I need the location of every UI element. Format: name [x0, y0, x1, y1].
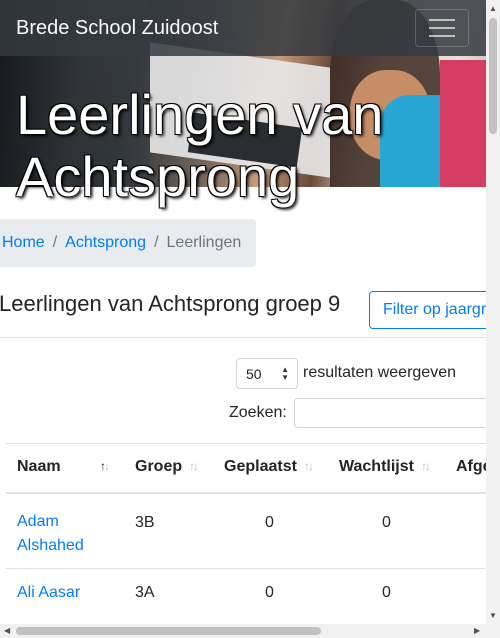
- student-name-cell: Ali Aasar: [17, 584, 80, 602]
- student-name-link[interactable]: Adam Alshahed: [17, 513, 84, 554]
- breadcrumb: Home / Achtsprong / Leerlingen: [0, 219, 256, 267]
- student-name-link[interactable]: Ali Aasar: [17, 584, 80, 601]
- column-header-geplaatst[interactable]: Geplaatst: [224, 458, 297, 476]
- horizontal-scrollbar[interactable]: ◀ ▶: [0, 624, 500, 638]
- search-label: Zoeken:: [229, 404, 287, 421]
- page-title: Leerlingen van Achtsprong: [16, 83, 384, 208]
- table-header: Naam ↑↓ Groep ↑↓ Geplaatst ↑↓ Wachtlijst…: [6, 443, 486, 494]
- sort-icon[interactable]: ↑↓: [421, 459, 431, 473]
- placed-cell: 0: [265, 514, 274, 531]
- breadcrumb-parent-link[interactable]: Achtsprong: [65, 234, 146, 252]
- waitlist-cell: 0: [382, 584, 391, 601]
- select-arrows-icon: ▲ ▼: [281, 365, 289, 382]
- navbar: Brede School Zuidoost: [0, 0, 486, 56]
- table-row: Adam Alshahed 3B 0 0: [6, 494, 486, 569]
- sort-icon[interactable]: ↑↓: [189, 459, 199, 473]
- breadcrumb-separator: /: [52, 234, 58, 251]
- hamburger-icon: [429, 19, 455, 21]
- scroll-left-icon[interactable]: ◀: [4, 626, 10, 635]
- student-name-cell: Adam Alshahed: [17, 510, 107, 558]
- column-header-afgewezen[interactable]: Afgewezen: [456, 458, 486, 476]
- sort-asc-icon[interactable]: ↑↓: [100, 459, 110, 473]
- column-header-naam[interactable]: Naam: [17, 458, 61, 476]
- results-per-page-select[interactable]: 50 ▲ ▼: [236, 358, 298, 389]
- column-header-wachtlijst[interactable]: Wachtlijst: [339, 458, 414, 476]
- search-input[interactable]: [294, 398, 494, 428]
- waitlist-cell: 0: [382, 514, 391, 531]
- scroll-up-icon[interactable]: ▲: [489, 4, 497, 13]
- horizontal-scroll-thumb[interactable]: [16, 627, 321, 635]
- column-header-groep[interactable]: Groep: [135, 458, 182, 476]
- vertical-scrollbar[interactable]: ▲ ▼: [486, 0, 500, 624]
- divider: [0, 337, 486, 338]
- navbar-brand[interactable]: Brede School Zuidoost: [16, 17, 218, 40]
- placed-cell: 0: [265, 584, 274, 601]
- group-cell: 3B: [135, 514, 155, 531]
- filter-group-label: Filter op jaargroep: [383, 301, 500, 318]
- breadcrumb-current: Leerlingen: [166, 234, 242, 251]
- results-per-page-label: resultaten weergeven: [303, 364, 456, 381]
- menu-toggle-button[interactable]: [415, 9, 469, 47]
- hamburger-icon-line: [429, 27, 455, 29]
- group-heading: Leerlingen van Achtsprong groep 9: [0, 291, 341, 316]
- scroll-right-icon[interactable]: ▶: [474, 626, 480, 635]
- sort-icon[interactable]: ↑↓: [304, 459, 314, 473]
- vertical-scroll-thumb[interactable]: [489, 18, 497, 134]
- hamburger-icon-line: [429, 35, 455, 37]
- table-row: Ali Aasar 3A 0 0: [6, 569, 486, 619]
- breadcrumb-separator: /: [154, 234, 159, 251]
- filter-group-button[interactable]: Filter op jaargroep: [369, 291, 500, 329]
- scroll-down-icon[interactable]: ▼: [489, 611, 497, 620]
- results-per-page-value: 50: [246, 365, 262, 382]
- group-cell: 3A: [135, 584, 155, 601]
- students-table: Naam ↑↓ Groep ↑↓ Geplaatst ↑↓ Wachtlijst…: [6, 443, 486, 619]
- breadcrumb-home-link[interactable]: Home: [2, 234, 45, 252]
